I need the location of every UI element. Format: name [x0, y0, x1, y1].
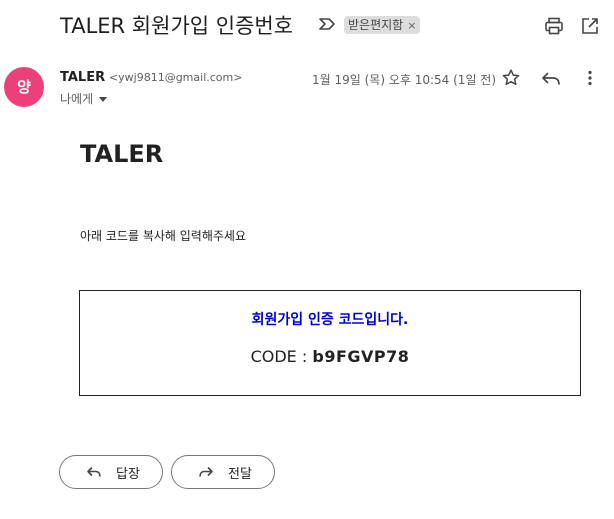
- verification-code-value[interactable]: b9FGVP78: [312, 347, 409, 366]
- label-remove-icon[interactable]: ×: [407, 19, 416, 32]
- forward-button-label: 전달: [228, 466, 252, 482]
- reply-icon[interactable]: [540, 68, 562, 88]
- print-icon[interactable]: [544, 16, 564, 36]
- forward-icon: [199, 466, 213, 477]
- more-vertical-icon[interactable]: [580, 68, 600, 88]
- code-line: CODE : b9FGVP78: [80, 347, 580, 366]
- recipient-text: 나에게: [60, 92, 94, 106]
- importance-marker-icon[interactable]: [318, 17, 336, 31]
- reply-icon: [87, 466, 101, 477]
- sender-name[interactable]: TALER: [60, 70, 105, 85]
- email-brand-heading: TALER: [80, 140, 164, 168]
- sender-line: TALER <ywj9811@gmail.com>: [60, 70, 242, 85]
- code-box-title: 회원가입 인증 코드입니다.: [251, 312, 409, 328]
- label-chip-inbox[interactable]: 받은편지함 ×: [344, 16, 421, 34]
- recipient-details-toggle[interactable]: 나에게: [60, 90, 108, 107]
- chevron-down-icon: [99, 97, 108, 102]
- sender-email: <ywj9811@gmail.com>: [108, 71, 243, 84]
- sender-avatar[interactable]: 양: [4, 67, 44, 107]
- code-prefix: CODE :: [250, 347, 313, 366]
- email-subject: TALER 회원가입 인증번호: [60, 14, 294, 38]
- subject-row: TALER 회원가입 인증번호 받은편지함 ×: [0, 0, 614, 52]
- forward-button[interactable]: 전달: [171, 455, 275, 489]
- email-instruction: 아래 코드를 복사해 입력해주세요: [80, 229, 247, 243]
- open-in-new-window-icon[interactable]: [580, 16, 600, 36]
- label-chip-text: 받은편지함: [348, 18, 404, 32]
- reply-button-label: 답장: [116, 466, 140, 482]
- email-date: 1월 19일 (목) 오후 10:54 (1일 전): [312, 73, 497, 87]
- reply-button[interactable]: 답장: [59, 455, 163, 489]
- star-icon[interactable]: [501, 68, 521, 88]
- verification-code-box: 회원가입 인증 코드입니다. CODE : b9FGVP78: [79, 290, 581, 396]
